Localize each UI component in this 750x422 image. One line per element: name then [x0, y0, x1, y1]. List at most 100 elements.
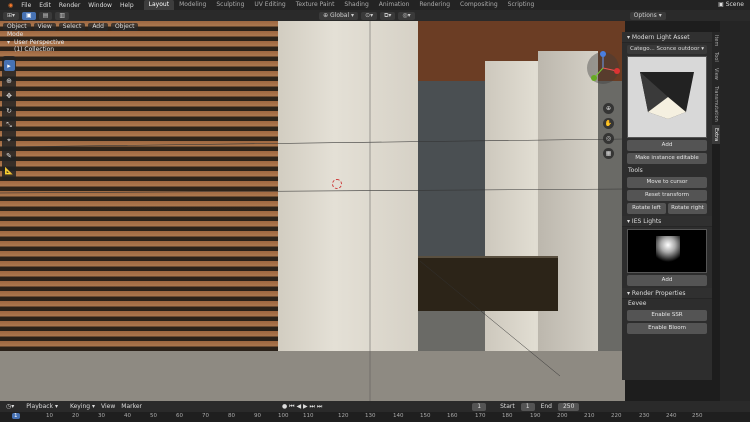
rotate-left-button[interactable]: Rotate left — [627, 203, 666, 214]
zoom-icon[interactable]: ⊕ — [603, 103, 614, 114]
enable-bloom-button[interactable]: Enable Bloom — [627, 323, 707, 334]
move-to-cursor-button[interactable]: Move to cursor — [627, 177, 707, 188]
ruler-tick: 90 — [254, 413, 261, 419]
ruler-tick: 230 — [639, 413, 650, 419]
menu-render[interactable]: Render — [55, 2, 84, 9]
menu-object[interactable]: Object — [110, 23, 139, 31]
scale-tool-icon[interactable]: ⤡ — [4, 120, 15, 131]
tab-rendering[interactable]: Rendering — [414, 0, 455, 10]
tab-compositing[interactable]: Compositing — [455, 0, 503, 10]
ruler-tick: 80 — [228, 413, 235, 419]
sidebar-tabs: Item Tool View Transmutation Extra — [712, 32, 720, 145]
rotate-tool-icon[interactable]: ↻ — [4, 105, 15, 116]
menu-select[interactable]: Select — [58, 23, 86, 31]
cursor-tool-icon[interactable]: ⊕ — [4, 75, 15, 86]
select-box-icon[interactable]: ▸ — [3, 60, 15, 71]
enable-ssr-button[interactable]: Enable SSR — [627, 310, 707, 321]
camera-icon[interactable]: ◎ — [603, 133, 614, 144]
tab-texture-paint[interactable]: Texture Paint — [291, 0, 340, 10]
menu-file[interactable]: File — [17, 2, 35, 9]
menu-add[interactable]: Add — [88, 23, 108, 31]
reset-transform-button[interactable]: Reset transform — [627, 190, 707, 201]
start-label: Start — [500, 403, 515, 410]
tab-extra[interactable]: Extra — [712, 124, 720, 145]
tab-sculpting[interactable]: Sculpting — [211, 0, 249, 10]
playback-controls[interactable]: ● ⏮ ◀ ▶ ⏭ ⏭ — [282, 403, 322, 411]
annotate-tool-icon[interactable]: ✎ — [4, 150, 15, 161]
pan-hand-icon[interactable]: ✋ — [603, 118, 614, 129]
current-frame-field[interactable]: 1 — [472, 402, 487, 411]
mode-dropdown[interactable]: Object Mode ▾ — [3, 23, 31, 46]
scene-lines — [0, 21, 625, 401]
panel-ies-lights[interactable]: ▾ IES Lights — [622, 216, 712, 227]
tab-tool[interactable]: Tool — [712, 49, 720, 65]
ruler-tick: 170 — [475, 413, 486, 419]
tab-modeling[interactable]: Modeling — [174, 0, 211, 10]
left-toolbar: ▸ ⊕ ✥ ↻ ⤡ ⌖ ✎ 📐 — [2, 56, 16, 180]
ruler-tick: 30 — [98, 413, 105, 419]
options-dropdown[interactable]: Options ▾ — [629, 11, 666, 20]
menu-window[interactable]: Window — [84, 2, 116, 9]
tab-animation[interactable]: Animation — [374, 0, 415, 10]
tab-item[interactable]: Item — [712, 32, 720, 49]
select-mode-icon[interactable]: ▣ — [22, 11, 36, 20]
add-ies-button[interactable]: Add — [627, 275, 707, 286]
select-subtract-icon[interactable]: ▥ — [55, 11, 70, 20]
pivot-icon[interactable]: ⊙▾ — [361, 11, 378, 20]
navigation-gizmo[interactable] — [584, 49, 622, 87]
tools-label: Tools — [628, 167, 643, 174]
add-asset-button[interactable]: Add — [627, 140, 707, 151]
tab-view[interactable]: View — [712, 65, 720, 83]
proportional-icon[interactable]: ◎▾ — [398, 11, 415, 20]
timeline-ruler[interactable]: 1 10 20 30 40 50 60 70 80 90 100 110 120… — [0, 412, 750, 422]
rotate-right-button[interactable]: Rotate right — [668, 203, 707, 214]
editor-type-icon[interactable]: ⊞▾ — [3, 11, 20, 20]
tab-layout[interactable]: Layout — [143, 0, 175, 10]
rotate-row: Rotate left Rotate right — [627, 203, 707, 214]
tab-shading[interactable]: Shading — [339, 0, 373, 10]
move-tool-icon[interactable]: ✥ — [4, 90, 15, 101]
tab-transmutation[interactable]: Transmutation — [712, 83, 720, 125]
ruler-tick: 110 — [303, 413, 314, 419]
snap-icon[interactable]: ⧉▾ — [380, 11, 396, 20]
ies-thumbnail[interactable] — [627, 229, 707, 273]
top-bar: ◉ File Edit Render Window Help Layout Mo… — [0, 0, 750, 10]
timeline-keying-menu[interactable]: Keying ▾ — [64, 403, 95, 410]
make-instance-editable-button[interactable]: Make instance editable — [627, 153, 707, 164]
panel-render-properties[interactable]: ▾ Render Properties — [622, 288, 712, 299]
playback-label: Playback — [26, 403, 54, 410]
end-frame-field[interactable]: 250 — [557, 402, 580, 411]
panel-modern-light-asset[interactable]: ▾ Modern Light Asset — [622, 32, 712, 43]
timeline-marker-menu[interactable]: Marker — [121, 403, 142, 410]
ruler-tick-1[interactable]: 1 — [12, 413, 20, 419]
timeline-editor-icon[interactable]: ◷▾ — [6, 403, 14, 410]
tab-scripting[interactable]: Scripting — [503, 0, 540, 10]
scene-selector[interactable]: ▣ Scene — [718, 0, 744, 10]
outliner-edge — [720, 21, 750, 401]
ruler-tick: 130 — [365, 413, 376, 419]
timeline-view-menu[interactable]: View — [101, 403, 115, 410]
menu-help[interactable]: Help — [116, 2, 138, 9]
transform-orientation-dropdown[interactable]: ⊕ Global ▾ — [319, 11, 359, 20]
keying-label: Keying — [69, 403, 91, 410]
ruler-tick: 40 — [124, 413, 131, 419]
blender-logo-icon[interactable]: ◉ — [4, 2, 17, 9]
workspace-tabs: Layout Modeling Sculpting UV Editing Tex… — [143, 0, 540, 10]
start-frame-field[interactable]: 1 — [520, 402, 535, 411]
tab-uv-editing[interactable]: UV Editing — [249, 0, 290, 10]
select-extend-icon[interactable]: ▤ — [38, 11, 53, 20]
measure-tool-icon[interactable]: 📐 — [4, 165, 15, 176]
panel-title-label: Modern Light Asset — [631, 34, 690, 41]
category-dropdown[interactable]: Catego... Sconce outdoor ▾ — [627, 45, 707, 54]
menu-view[interactable]: View — [33, 23, 56, 31]
timeline-playback-menu[interactable]: Playback ▾ — [20, 403, 58, 410]
3d-viewport[interactable]: User Perspective (1) Collection ▸ ⊕ ✥ ↻ … — [0, 21, 625, 401]
n-panel-sidebar: ▾ Modern Light Asset Catego... Sconce ou… — [622, 32, 712, 380]
viewport-header: Object Mode ▾ View Select Add Object — [0, 22, 139, 46]
transform-tool-icon[interactable]: ⌖ — [4, 135, 15, 146]
ruler-tick: 160 — [447, 413, 458, 419]
asset-thumbnail[interactable] — [627, 56, 707, 138]
grid-icon[interactable]: ▦ — [603, 148, 614, 159]
3d-cursor-icon[interactable] — [332, 179, 342, 189]
menu-edit[interactable]: Edit — [35, 2, 55, 9]
